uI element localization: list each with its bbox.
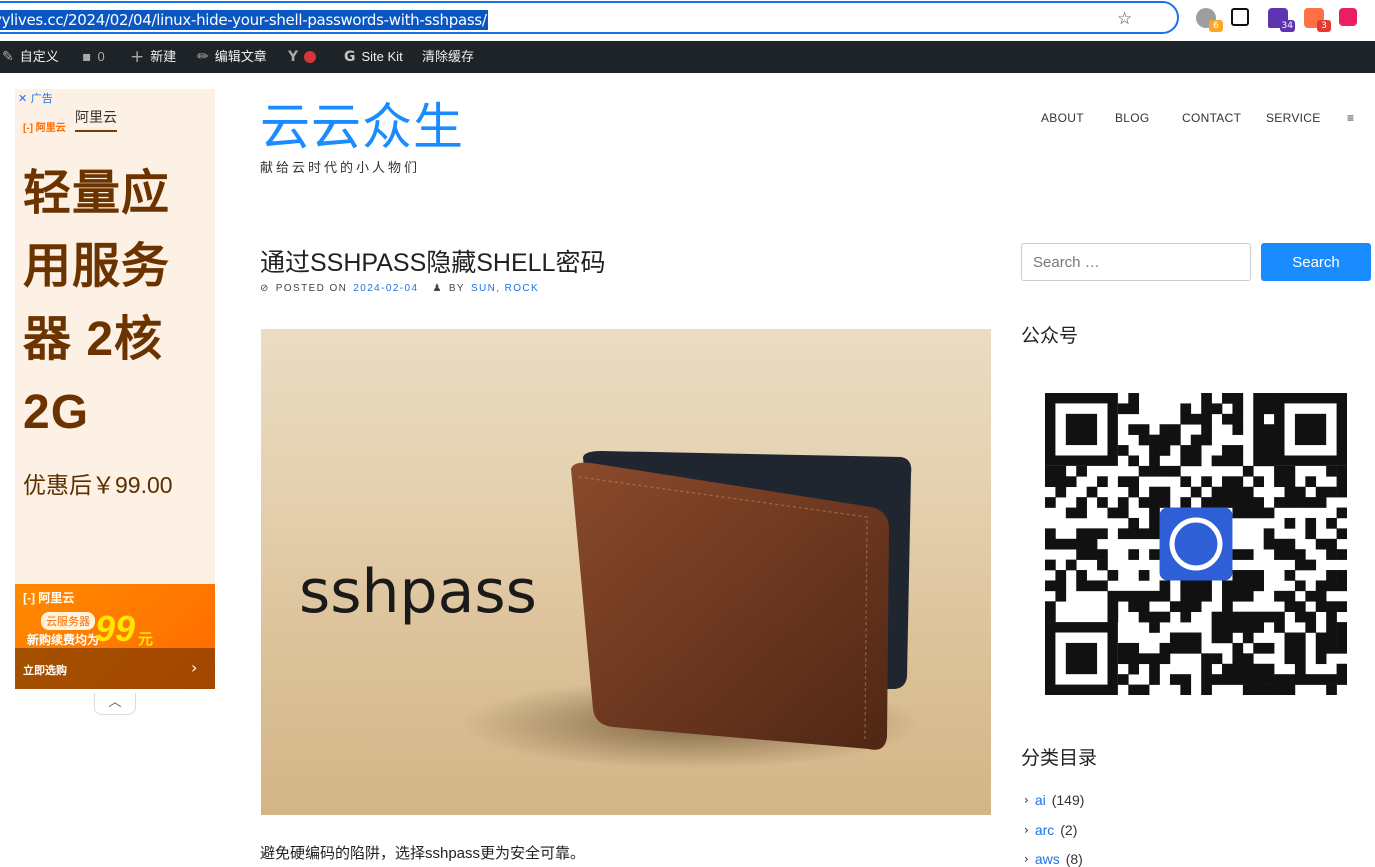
user-icon: ♟ (432, 283, 443, 294)
nav-blog[interactable]: BLOG (1115, 111, 1150, 125)
category-count: (8) (1065, 851, 1083, 867)
ad-cta-button[interactable]: 立即选购 (23, 662, 67, 678)
comment-icon: ▪ (82, 49, 92, 65)
extension-badge: 6 (1209, 20, 1223, 32)
comments-count: 0 (97, 49, 105, 64)
ad-new-buy: 新购续费均为 (27, 633, 100, 647)
category-item[interactable]: › ai (149) (1024, 792, 1084, 808)
category-count: (2) (1060, 822, 1078, 838)
search-input[interactable] (1021, 243, 1251, 281)
featured-image[interactable]: sshpass (261, 329, 991, 815)
wallet-illustration: sshpass (299, 451, 921, 769)
ad-pill: 云服务器 (41, 612, 95, 630)
chevron-right-icon[interactable]: › (191, 658, 197, 677)
yoast-menu[interactable]: Y (288, 41, 317, 73)
ad-big-price: 99 (95, 608, 136, 649)
qr-code-graphic (1045, 393, 1348, 696)
edit-post-link[interactable]: ✏ 编辑文章 (197, 41, 267, 73)
wechat-qr-code (1045, 393, 1348, 696)
site-tagline: 献给云时代的小人物们 (260, 160, 421, 175)
ad-close-button[interactable]: ✕ 广告 (18, 90, 53, 106)
brush-icon: ✎ (2, 49, 14, 65)
site-title[interactable]: 云云众生 (260, 98, 464, 156)
new-label: 新建 (150, 49, 177, 64)
ad-brand-text: 阿里云 (35, 123, 66, 134)
ad-banner[interactable]: ✕ 广告 [-] 阿里云 阿里云 轻量应用服务器 2核2G 优惠后￥99.00 … (15, 89, 215, 689)
edit-label: 编辑文章 (214, 49, 267, 64)
image-caption: sshpass (299, 557, 537, 627)
search-button[interactable]: Search (1261, 243, 1371, 281)
extension-badge: 34 (1279, 20, 1295, 32)
category-count: (149) (1051, 792, 1085, 808)
category-link[interactable]: arc (1035, 822, 1054, 838)
post-date-link[interactable]: 2024-02-04 (353, 283, 418, 294)
post-excerpt: 避免硬编码的陷阱，选择sshpass更为安全可靠。 (260, 845, 586, 862)
category-item[interactable]: › aws (8) (1024, 851, 1083, 867)
url-text[interactable]: yylives.cc/2024/02/04/linux-hide-your-sh… (0, 10, 488, 30)
ad-label: 广告 (30, 92, 53, 105)
category-item[interactable]: › arc (2) (1024, 822, 1077, 838)
sitekit-label: Site Kit (361, 49, 403, 64)
sitekit-menu[interactable]: G Site Kit (344, 41, 403, 73)
aliyun-logo: [-] 阿里云 (23, 123, 66, 134)
chevron-up-icon[interactable]: ︿ (94, 693, 136, 715)
ad-price: 优惠后￥99.00 (23, 472, 173, 498)
ad-bottom-brand-text: 阿里云 (38, 591, 75, 605)
ad-headline: 轻量应用服务器 2核2G (23, 167, 171, 439)
notion-icon[interactable] (1231, 8, 1249, 26)
clear-cache-link[interactable]: 清除缓存 (422, 41, 474, 73)
new-content-link[interactable]: + 新建 (130, 41, 176, 73)
categories-widget-title: 分类目录 (1021, 748, 1098, 769)
nav-service[interactable]: SERVICE (1266, 111, 1321, 125)
ad-yuan: 元 (138, 631, 154, 648)
clear-cache-label: 清除缓存 (422, 49, 475, 64)
ad-cta-bar[interactable]: 立即选购 › (15, 648, 215, 689)
menu-icon[interactable]: ≡ (1347, 111, 1354, 125)
chevron-right-icon: › (1024, 823, 1029, 837)
plus-icon: + (130, 47, 145, 67)
extension-icon[interactable]: 3 (1304, 8, 1331, 32)
pencil-icon: ✏ (197, 49, 209, 65)
star-icon[interactable]: ☆ (1117, 9, 1132, 29)
google-icon: G (344, 49, 356, 65)
extension-icon[interactable]: 6 (1196, 8, 1223, 32)
seo-status-dot (304, 51, 317, 63)
aliyun-logo: [-] 阿里云 (23, 591, 75, 605)
post-meta: ⊘ POSTED ON 2024-02-04 ♟ BY SUN, ROCK (260, 283, 539, 294)
customize-link[interactable]: ✎ 自定义 (2, 41, 59, 73)
browser-toolbar: ⚟ yylives.cc/2024/02/04/linux-hide-your-… (0, 0, 1375, 40)
nav-about[interactable]: ABOUT (1041, 111, 1084, 125)
posted-on-label: POSTED ON (275, 283, 348, 294)
comments-link[interactable]: ▪ 0 (82, 41, 105, 73)
post-title: 通过SSHPASS隐藏SHELL密码 (260, 249, 606, 277)
extension-badge: 3 (1317, 20, 1331, 32)
link-icon: ⊘ (260, 283, 270, 294)
extension-icon[interactable]: 34 (1268, 8, 1295, 32)
nav-contact[interactable]: CONTACT (1182, 111, 1241, 125)
chevron-right-icon: › (1024, 793, 1029, 807)
wp-admin-bar: ✎ 自定义 ▪ 0 + 新建 ✏ 编辑文章 Y G Site Kit 清除缓存 (0, 41, 1375, 73)
address-bar[interactable]: ⚟ yylives.cc/2024/02/04/linux-hide-your-… (0, 1, 1179, 34)
customize-label: 自定义 (19, 49, 59, 64)
ad-tab[interactable]: 阿里云 (75, 107, 117, 132)
translate-icon[interactable] (1339, 8, 1357, 26)
category-link[interactable]: aws (1035, 851, 1060, 867)
ad-promo-card[interactable]: [-] 阿里云 云服务器 新购续费均为 99 元 立即选购 › (15, 584, 215, 689)
yoast-icon: Y (288, 49, 299, 65)
by-label: BY (448, 283, 465, 294)
wechat-widget-title: 公众号 (1021, 326, 1079, 347)
chevron-right-icon: › (1024, 852, 1029, 866)
post-authors-link[interactable]: SUN, ROCK (471, 283, 539, 294)
category-link[interactable]: ai (1035, 792, 1046, 808)
